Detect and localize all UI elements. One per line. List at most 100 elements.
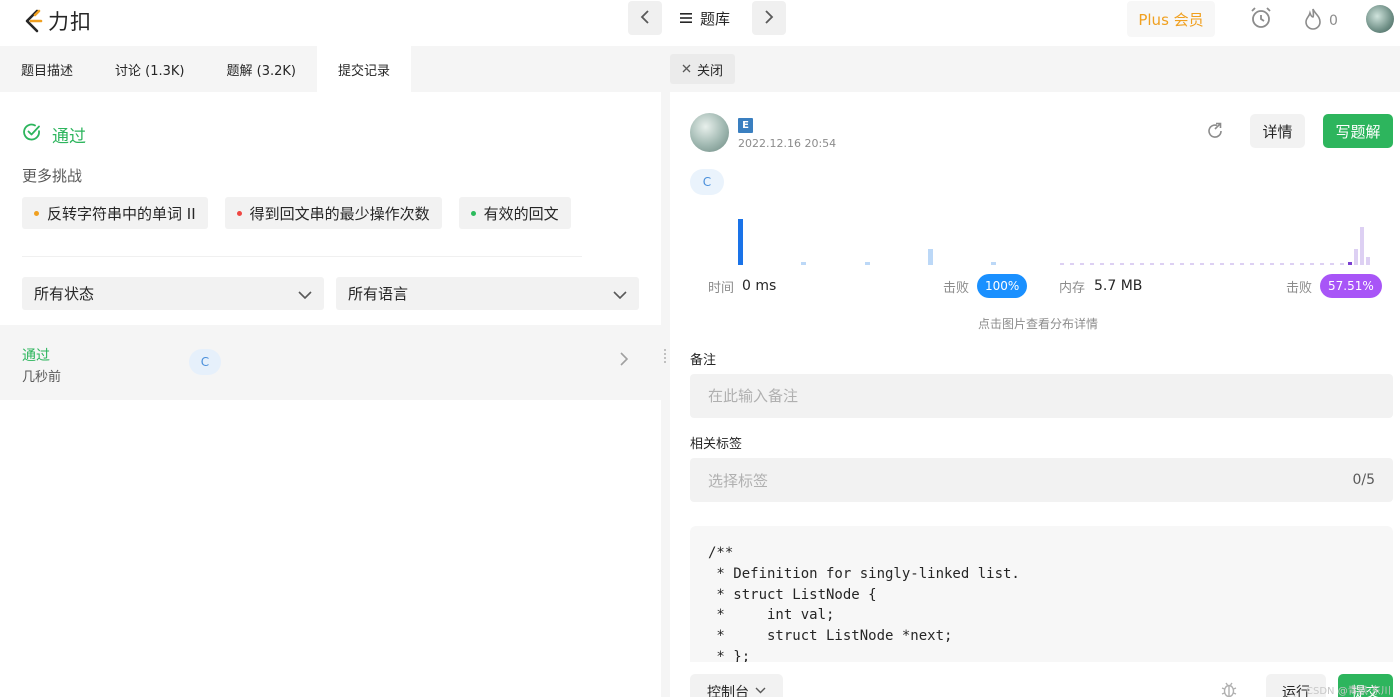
tags-count: 0/5: [1352, 472, 1375, 488]
difficulty-dot: [236, 210, 242, 216]
code-line: * Definition for singly-linked list.: [708, 565, 1020, 582]
close-tab-label: 关闭: [697, 63, 724, 79]
language-filter-select[interactable]: 所有语言: [336, 277, 639, 310]
leetcode-logo[interactable]: 力扣: [22, 6, 92, 36]
prev-problem-button[interactable]: [628, 1, 662, 35]
note-label: 备注: [690, 353, 717, 368]
submitter-avatar[interactable]: [690, 113, 729, 152]
runtime-bar: [801, 262, 806, 265]
submission-date: 2022.12.16 20:54: [738, 137, 837, 150]
tags-label: 相关标签: [690, 437, 743, 452]
runtime-bar: [991, 262, 996, 265]
challenge-label: 得到回文串的最少操作次数: [249, 204, 430, 223]
note-input[interactable]: [708, 387, 1375, 405]
runtime-beat: 击败 100%: [943, 274, 1028, 298]
chevron-left-icon: [640, 9, 650, 28]
console-button[interactable]: 控制台: [690, 674, 783, 697]
runtime-value: 0 ms: [742, 278, 777, 294]
result-accepted: 通过: [22, 122, 86, 147]
streak-count: 0: [1329, 13, 1338, 29]
chevron-down-icon: [755, 682, 766, 697]
debug-bug-icon[interactable]: [1220, 680, 1238, 697]
memory-beat-label: 击败: [1286, 280, 1313, 296]
editor-action-bar: 控制台 运行 提交: [670, 662, 1400, 697]
details-button[interactable]: 详情: [1250, 114, 1305, 148]
submission-row[interactable]: 通过 几秒前 C: [0, 325, 661, 400]
streak-counter[interactable]: 0: [1303, 8, 1338, 34]
runtime-stat: 时间 0 ms: [708, 274, 776, 298]
close-icon: [682, 62, 691, 77]
drag-handle-icon[interactable]: [664, 349, 666, 363]
tab-discussion[interactable]: 讨论 (1.3K): [94, 46, 205, 92]
submission-time: 几秒前: [22, 370, 62, 385]
tags-placeholder: 选择标签: [708, 471, 769, 490]
challenge-chip[interactable]: 有效的回文: [458, 197, 571, 229]
tab-description[interactable]: 题目描述: [0, 46, 94, 92]
top-navbar: 力扣 题库 Plus 会员 0: [0, 0, 1400, 46]
list-icon: [680, 10, 692, 28]
next-problem-button[interactable]: [752, 1, 786, 35]
result-label: 通过: [52, 127, 86, 147]
memory-bars: [1060, 227, 1370, 265]
panel-splitter[interactable]: [661, 46, 670, 697]
chart-hint: 点击图片查看分布详情: [978, 317, 1099, 331]
runtime-bar-current: [738, 219, 743, 265]
runtime-memory-distribution-chart[interactable]: [690, 211, 1390, 271]
difficulty-dot: [34, 210, 39, 216]
logo-icon: [22, 9, 44, 33]
language-badge: C: [690, 169, 724, 195]
code-line: /**: [708, 545, 734, 561]
divider: [22, 256, 582, 257]
share-icon[interactable]: [1206, 122, 1224, 144]
status-filter-select[interactable]: 所有状态: [22, 277, 324, 310]
user-avatar[interactable]: [1366, 5, 1394, 33]
chevron-right-icon: [764, 9, 774, 28]
user-badge: E: [738, 118, 753, 133]
code-line: * struct ListNode {: [708, 586, 877, 603]
right-panel: 关闭 E 2022.12.16 20:54 详情 写题解 C 时间 0 ms 击…: [670, 46, 1400, 697]
problemset-label: 题库: [700, 10, 731, 28]
memory-label: 内存: [1059, 280, 1086, 296]
check-circle-icon: [22, 122, 42, 147]
console-label: 控制台: [707, 685, 749, 697]
chevron-down-icon: [298, 285, 312, 303]
problemset-link[interactable]: 题库: [680, 8, 730, 29]
write-solution-button[interactable]: 写题解: [1323, 114, 1393, 148]
runtime-beat-label: 击败: [943, 280, 970, 296]
more-challenges-title: 更多挑战: [22, 167, 83, 185]
flame-icon: [1303, 8, 1323, 34]
chevron-right-icon: [620, 352, 629, 370]
language-filter-value: 所有语言: [348, 285, 409, 303]
challenge-chip[interactable]: 得到回文串的最少操作次数: [224, 197, 442, 229]
code-line: * };: [708, 648, 751, 662]
code-line: * struct ListNode *next;: [708, 628, 953, 645]
watermark: CSDN @青枫·东川: [1306, 686, 1391, 697]
memory-beat-badge: 57.51%: [1320, 274, 1382, 298]
tab-submissions[interactable]: 提交记录: [316, 46, 411, 92]
memory-value: 5.7 MB: [1094, 278, 1143, 294]
logo-text: 力扣: [48, 10, 92, 34]
challenge-label: 反转字符串中的单词 II: [47, 204, 196, 223]
chevron-down-icon: [613, 285, 627, 303]
memory-beat: 击败 57.51%: [1286, 274, 1382, 298]
detail-tabs: 关闭: [670, 46, 1400, 92]
status-filter-value: 所有状态: [34, 285, 95, 303]
submission-language-badge: C: [189, 349, 221, 375]
alarm-clock-icon[interactable]: [1249, 6, 1273, 34]
tags-select[interactable]: 选择标签 0/5: [690, 458, 1393, 502]
runtime-bar: [928, 249, 933, 265]
close-detail-tab[interactable]: 关闭: [670, 54, 736, 84]
plus-membership-button[interactable]: Plus 会员: [1127, 1, 1215, 37]
left-panel: 题目描述 讨论 (1.3K) 题解 (3.2K) 提交记录 通过 更多挑战 反转…: [0, 46, 661, 697]
note-field[interactable]: [690, 374, 1393, 418]
challenge-chip[interactable]: 反转字符串中的单词 II: [22, 197, 208, 229]
memory-stat: 内存 5.7 MB: [1059, 274, 1142, 298]
problem-tabs: 题目描述 讨论 (1.3K) 题解 (3.2K) 提交记录: [0, 46, 661, 92]
code-line: * int val;: [708, 607, 835, 624]
tab-solutions[interactable]: 题解 (3.2K): [206, 46, 317, 92]
challenge-label: 有效的回文: [483, 204, 559, 223]
submission-status: 通过: [22, 348, 50, 364]
runtime-bar: [865, 262, 870, 265]
runtime-beat-badge: 100%: [977, 274, 1028, 298]
code-viewer[interactable]: /** * Definition for singly-linked list.…: [690, 526, 1393, 662]
